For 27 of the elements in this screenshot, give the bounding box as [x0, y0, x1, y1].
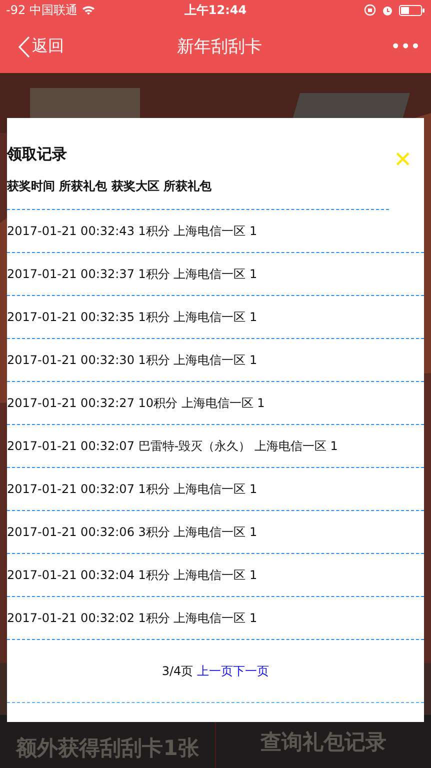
table-header: 获奖时间 所获礼包 获奖大区 所获礼包 [7, 178, 389, 210]
more-button[interactable]: ••• [286, 38, 421, 54]
wifi-icon [82, 5, 96, 15]
page-link[interactable]: 上一页 [197, 664, 234, 678]
record-text: 2017-01-21 00:32:02 1积分 上海电信一区 1 [7, 611, 258, 625]
banner-text[interactable]: 查询礼包记录 [260, 728, 386, 756]
chevron-left-icon [18, 36, 30, 58]
battery-icon [399, 4, 426, 16]
record-text: 2017-01-21 00:32:07 巴雷特-毁灭（永久） 上海电信一区 1 [7, 439, 338, 453]
alarm-icon [382, 4, 394, 16]
page-title: 新年刮刮卡 [176, 36, 263, 58]
record-text: 2017-01-21 00:32:43 1积分 上海电信一区 1 [7, 224, 258, 238]
record-text: 2017-01-21 00:32:04 1积分 上海电信一区 1 [7, 568, 258, 582]
page-indicator: 3/4页 [162, 662, 194, 680]
record-text: 2017-01-21 00:32:06 3积分 上海电信一区 1 [7, 525, 258, 539]
record-text: 2017-01-21 00:32:30 1积分 上海电信一区 1 [7, 353, 258, 367]
record-text: 2017-01-21 00:32:37 1积分 上海电信一区 1 [7, 267, 258, 281]
rotation-lock-icon [364, 4, 376, 16]
banner-text: 额外获得刮刮卡1张 [16, 735, 199, 762]
record-text: 2017-01-21 00:32:35 1积分 上海电信一区 1 [7, 310, 258, 324]
dialog-title: 领取记录 [7, 144, 67, 164]
clock-time: 上午12:44 [184, 2, 247, 18]
page-link[interactable]: 下一页 [233, 664, 270, 678]
record-text: 2017-01-21 00:32:07 1积分 上海电信一区 1 [7, 482, 258, 496]
record-text: 2017-01-21 00:32:27 10积分 上海电信一区 1 [7, 396, 265, 410]
back-button[interactable]: 返回 [18, 36, 152, 58]
carrier-signal: -92 中国联通 [6, 2, 78, 18]
